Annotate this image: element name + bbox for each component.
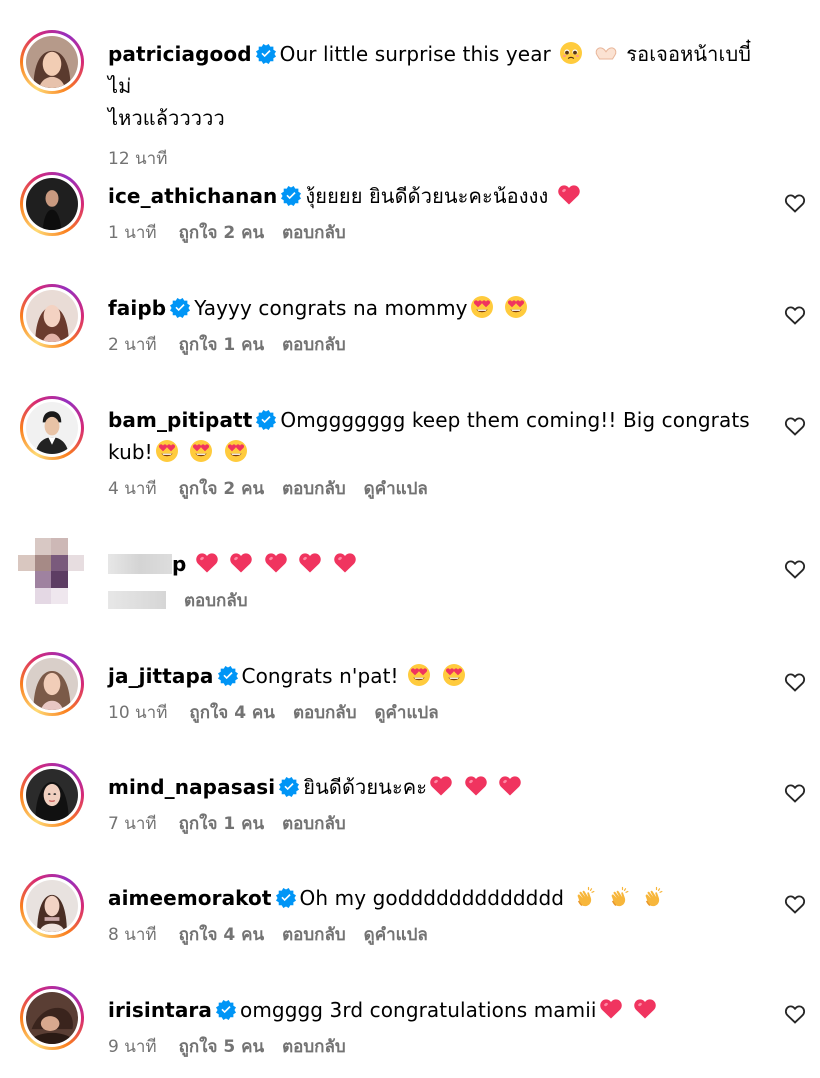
verified-badge-icon <box>281 186 301 206</box>
heart-outline-icon[interactable] <box>784 193 806 213</box>
reply-button[interactable]: ตอบกลับ <box>293 703 357 723</box>
comment-time: 8 นาที <box>108 925 157 945</box>
likes-count[interactable]: ถูกใจ 2 คน <box>179 223 265 243</box>
comment-time: 9 นาที <box>108 1037 157 1057</box>
comment-time: 12 นาที <box>108 149 168 169</box>
heart-eyes-emoji <box>189 439 213 463</box>
likes-count[interactable]: ถูกใจ 1 คน <box>179 335 265 355</box>
reply-button[interactable]: ตอบกลับ <box>282 223 346 243</box>
red-heart-emoji <box>195 551 219 575</box>
verified-badge-icon <box>256 410 276 430</box>
comment-text: Congrats n'pat! <box>241 664 399 688</box>
red-heart-emoji <box>229 551 253 575</box>
heart-hands-emoji <box>594 41 618 65</box>
likes-count[interactable]: ถูกใจ 4 คน <box>189 703 275 723</box>
likes-count[interactable]: ถูกใจ 5 คน <box>179 1037 265 1057</box>
avatar[interactable] <box>20 284 84 348</box>
red-heart-emoji <box>498 774 522 798</box>
heart-outline-icon[interactable] <box>784 416 806 436</box>
comment-text: งุ้ยยยย ยินดีด้วยนะคะน้องงง <box>305 184 549 208</box>
comment-username[interactable]: patriciagood <box>108 42 252 66</box>
reply-button[interactable]: ตอบกลับ <box>282 1037 346 1057</box>
heart-eyes-emoji <box>155 439 179 463</box>
red-heart-emoji <box>333 551 357 575</box>
red-heart-emoji <box>298 551 322 575</box>
reply-button[interactable]: ตอบกลับ <box>282 925 346 945</box>
comment-time: 7 นาที <box>108 814 157 834</box>
reply-button[interactable]: ตอบกลับ <box>184 591 248 611</box>
pleading-face-emoji <box>559 41 583 65</box>
comment-username[interactable]: mind_napasasi <box>108 775 275 799</box>
blurred-time <box>108 591 166 609</box>
verified-badge-icon <box>256 44 276 64</box>
avatar[interactable] <box>20 874 84 938</box>
red-heart-emoji <box>599 997 623 1021</box>
likes-count[interactable]: ถูกใจ 1 คน <box>179 814 265 834</box>
comment-text: Yayyy congrats na mommy <box>194 296 468 320</box>
likes-count[interactable]: ถูกใจ 2 คน <box>179 479 265 499</box>
avatar[interactable] <box>20 172 84 236</box>
avatar[interactable] <box>20 396 84 460</box>
verified-badge-icon <box>279 777 299 797</box>
comment-text-line2: kub! <box>108 440 153 464</box>
comment-time: 1 นาที <box>108 223 157 243</box>
reply-button[interactable]: ตอบกลับ <box>282 335 346 355</box>
comment-username[interactable]: ja_jittapa <box>108 664 214 688</box>
comment-time: 10 นาที <box>108 703 168 723</box>
comment-text: ยินดีด้วยนะคะ <box>303 775 428 799</box>
comment-text: Omggggggg keep them coming!! Big congrat… <box>280 408 750 432</box>
caption-text: Our little surprise this year <box>279 42 551 66</box>
comment-username[interactable]: ice_athichanan <box>108 184 277 208</box>
see-translation-button[interactable]: ดูคำแปล <box>364 479 428 499</box>
red-heart-emoji <box>464 774 488 798</box>
likes-count[interactable]: ถูกใจ 4 คน <box>179 925 265 945</box>
avatar[interactable] <box>18 538 84 604</box>
verified-badge-icon <box>276 888 296 908</box>
heart-eyes-emoji <box>407 663 431 687</box>
heart-eyes-emoji <box>442 663 466 687</box>
reply-button[interactable]: ตอบกลับ <box>282 479 346 499</box>
red-heart-emoji <box>429 774 453 798</box>
verified-badge-icon <box>216 1000 236 1020</box>
heart-outline-icon[interactable] <box>784 559 806 579</box>
see-translation-button[interactable]: ดูคำแปล <box>374 703 438 723</box>
comment-username[interactable]: bam_pitipatt <box>108 408 252 432</box>
comment-username[interactable]: aimeemorakot <box>108 886 272 910</box>
clapping-hands-emoji <box>607 885 631 909</box>
comment-username[interactable]: p <box>172 552 186 576</box>
heart-outline-icon[interactable] <box>784 1004 806 1024</box>
heart-eyes-emoji <box>224 439 248 463</box>
verified-badge-icon <box>170 298 190 318</box>
comment-username[interactable]: faipb <box>108 296 166 320</box>
red-heart-emoji <box>557 183 581 207</box>
verified-badge-icon <box>218 666 238 686</box>
comment-time: 2 นาที <box>108 335 157 355</box>
avatar[interactable] <box>20 652 84 716</box>
comment-time: 4 นาที <box>108 479 157 499</box>
blurred-username <box>108 554 172 574</box>
heart-outline-icon[interactable] <box>784 305 806 325</box>
heart-outline-icon[interactable] <box>784 783 806 803</box>
red-heart-emoji <box>633 997 657 1021</box>
heart-outline-icon[interactable] <box>784 672 806 692</box>
reply-button[interactable]: ตอบกลับ <box>282 814 346 834</box>
clapping-hands-emoji <box>641 885 665 909</box>
see-translation-button[interactable]: ดูคำแปล <box>364 925 428 945</box>
heart-eyes-emoji <box>470 295 494 319</box>
red-heart-emoji <box>264 551 288 575</box>
clapping-hands-emoji <box>573 885 597 909</box>
comment-text: Oh my goddddddddddddd <box>299 886 565 910</box>
heart-outline-icon[interactable] <box>784 894 806 914</box>
heart-eyes-emoji <box>504 295 528 319</box>
comment-text: omgggg 3rd congratulations mamii <box>240 998 597 1022</box>
caption-text-line2: ไหวแล้ววววว <box>108 106 225 130</box>
avatar[interactable] <box>20 763 84 827</box>
avatar[interactable] <box>20 30 84 94</box>
avatar[interactable] <box>20 986 84 1050</box>
comments-feed: patriciagood Our little surprise this yea… <box>0 0 820 1078</box>
comment-username[interactable]: irisintara <box>108 998 212 1022</box>
